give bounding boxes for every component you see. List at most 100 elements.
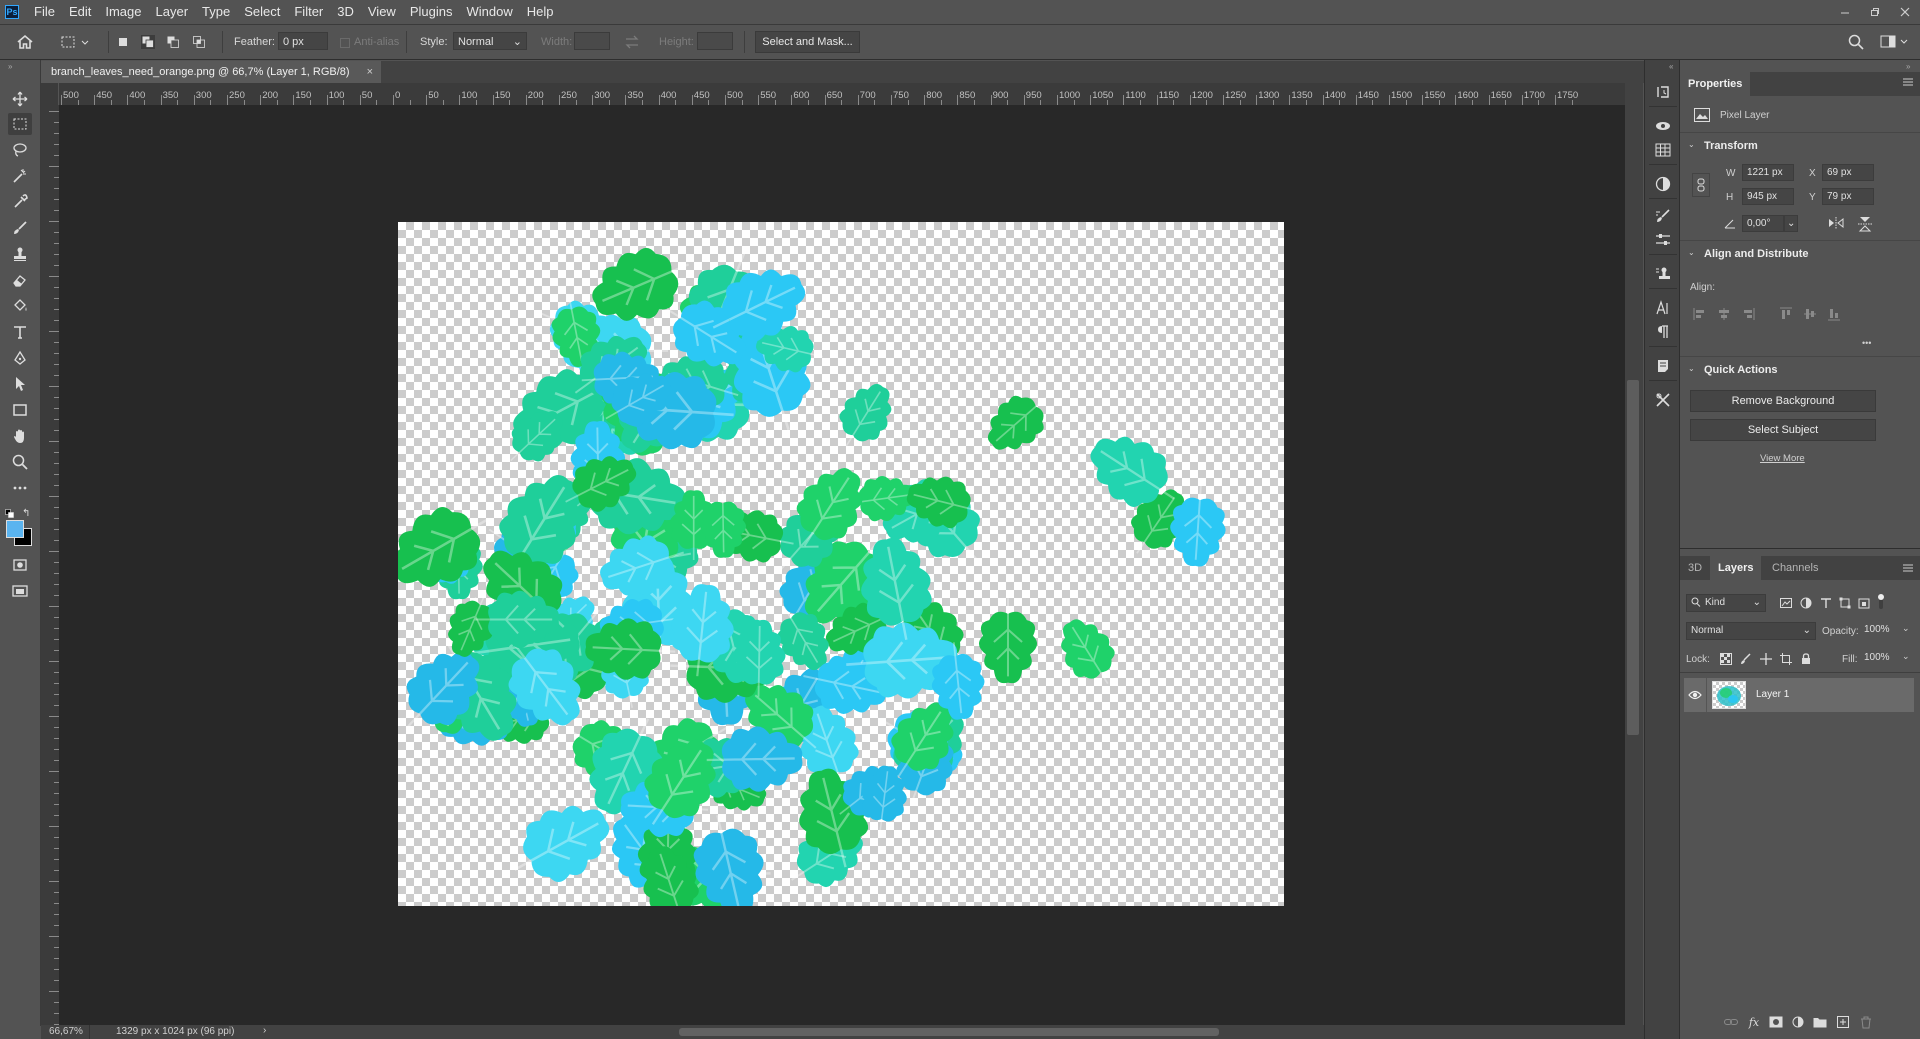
magic-wand-icon[interactable] [8, 165, 32, 187]
menu-file[interactable]: File [27, 0, 62, 24]
remove-background-button[interactable]: Remove Background [1690, 390, 1876, 412]
vertical-ruler[interactable] [41, 105, 59, 1025]
document-tab[interactable]: branch_leaves_need_orange.png @ 66,7% (L… [41, 61, 381, 83]
fx-icon[interactable]: fx [1746, 1014, 1762, 1030]
tab-layers[interactable]: Layers [1710, 556, 1762, 580]
vertical-scroll-thumb[interactable] [1627, 380, 1639, 735]
filter-toggle-switch[interactable] [1876, 591, 1886, 611]
select-subject-button[interactable]: Select Subject [1690, 419, 1876, 441]
zoom-level[interactable]: 66,67% [49, 1026, 83, 1037]
layers-menu-icon[interactable] [1902, 562, 1914, 577]
fill-field[interactable]: 100% [1860, 650, 1892, 668]
width-input[interactable] [574, 32, 610, 50]
layer-row[interactable]: Layer 1 [1684, 678, 1914, 712]
lock-image-icon[interactable] [1740, 653, 1752, 665]
notes-icon[interactable] [1653, 356, 1673, 376]
flip-horizontal-icon[interactable] [1828, 217, 1844, 232]
horizontal-scroll-thumb[interactable] [679, 1028, 1219, 1036]
menu-help[interactable]: Help [520, 0, 561, 24]
style-select[interactable]: Normal ⌄ [453, 32, 527, 50]
zoom-tool-icon[interactable] [8, 451, 32, 473]
align-distribute-title[interactable]: Align and Distribute [1704, 248, 1809, 260]
foreground-color-swatch[interactable] [6, 520, 24, 538]
collapse-right-icon[interactable]: » [1906, 62, 1910, 71]
subtract-selection-icon[interactable] [166, 35, 180, 49]
libraries-icon[interactable] [1653, 116, 1673, 136]
tab-channels[interactable]: Channels [1764, 556, 1826, 580]
quick-actions-title[interactable]: Quick Actions [1704, 364, 1778, 376]
lock-artboard-icon[interactable] [1780, 653, 1792, 665]
menu-view[interactable]: View [361, 0, 403, 24]
view-more-link[interactable]: View More [1760, 453, 1805, 464]
filter-shape-icon[interactable] [1839, 597, 1851, 612]
clone-source-icon[interactable] [1653, 264, 1673, 284]
layer-visibility-eye-icon[interactable] [1688, 689, 1702, 704]
tool-presets-icon[interactable] [1653, 390, 1673, 410]
pen-tool-icon[interactable] [8, 347, 32, 369]
clone-stamp-icon[interactable] [8, 243, 32, 265]
height-input[interactable] [697, 32, 733, 50]
opacity-field[interactable]: 100% [1860, 622, 1892, 640]
filter-smart-object-icon[interactable] [1858, 597, 1870, 612]
screen-mode-icon[interactable] [8, 580, 32, 602]
layer-filter-kind[interactable]: Kind ⌄ [1686, 594, 1766, 612]
lock-all-icon[interactable] [1800, 653, 1812, 665]
feather-input[interactable]: 0 px [278, 32, 328, 50]
flip-vertical-icon[interactable] [1858, 216, 1872, 235]
menu-select[interactable]: Select [237, 0, 287, 24]
antialias-checkbox[interactable] [340, 38, 350, 48]
move-tool-icon[interactable] [8, 88, 32, 110]
image-canvas[interactable] [398, 222, 1284, 906]
paint-bucket-icon[interactable] [8, 295, 32, 317]
transform-title[interactable]: Transform [1704, 140, 1758, 152]
y-field[interactable]: 79 px [1822, 188, 1874, 205]
search-icon[interactable] [1848, 34, 1864, 53]
hand-tool-icon[interactable] [8, 425, 32, 447]
menu-filter[interactable]: Filter [287, 0, 330, 24]
menu-3d[interactable]: 3D [330, 0, 361, 24]
filter-adjustment-icon[interactable] [1800, 597, 1812, 612]
width-field[interactable]: 1221 px [1742, 164, 1794, 181]
marquee-preset-icon[interactable] [60, 34, 90, 53]
eyedropper-icon[interactable] [8, 191, 32, 213]
rectangle-tool-icon[interactable] [8, 399, 32, 421]
blend-mode-select[interactable]: Normal ⌄ [1686, 622, 1816, 640]
delete-layer-icon[interactable] [1858, 1014, 1874, 1030]
tab-properties[interactable]: Properties [1680, 72, 1751, 96]
new-group-icon[interactable] [1812, 1014, 1828, 1030]
minimize-icon[interactable] [1830, 0, 1860, 24]
ruler-origin[interactable] [41, 83, 59, 105]
swatches-grid-icon[interactable] [1653, 140, 1673, 160]
swap-width-height-icon[interactable] [624, 34, 640, 53]
collapse-arrows-icon[interactable]: » [8, 62, 12, 71]
align-collapse-icon[interactable]: ⌄ [1688, 248, 1695, 257]
link-dimensions-icon[interactable] [1692, 173, 1710, 197]
character-icon[interactable] [1653, 298, 1673, 318]
collapse-panels-icon[interactable]: « [1669, 62, 1673, 71]
lock-transparent-icon[interactable] [1720, 653, 1732, 665]
brush-settings-icon[interactable] [1653, 206, 1673, 226]
close-icon[interactable] [1890, 0, 1920, 24]
new-adjustment-icon[interactable] [1790, 1014, 1806, 1030]
align-bottom-icon[interactable] [1826, 306, 1842, 322]
new-layer-icon[interactable] [1835, 1014, 1851, 1030]
horizontal-ruler[interactable]: 500 450 400 350 300 250 200 150 100 50 0 50 100 150 20… [59, 83, 1625, 105]
status-info-arrow[interactable]: › [263, 1025, 266, 1036]
align-top-icon[interactable] [1778, 306, 1794, 322]
align-left-icon[interactable] [1692, 306, 1708, 322]
opacity-dropdown-icon[interactable]: ⌄ [1902, 623, 1910, 634]
menu-edit[interactable]: Edit [62, 0, 98, 24]
more-align-options[interactable]: ••• [1862, 338, 1871, 348]
x-field[interactable]: 69 px [1822, 164, 1874, 181]
quick-mask-icon[interactable] [8, 554, 32, 576]
more-tools-icon[interactable] [8, 477, 32, 499]
add-selection-icon[interactable] [141, 35, 155, 49]
transform-collapse-icon[interactable]: ⌄ [1688, 140, 1695, 149]
new-selection-icon[interactable] [116, 35, 130, 49]
history-icon[interactable] [1653, 82, 1673, 102]
rectangular-marquee-icon[interactable] [8, 113, 32, 135]
paragraph-icon[interactable] [1653, 322, 1673, 342]
properties-sliders-icon[interactable] [1653, 230, 1673, 250]
align-center-h-icon[interactable] [1716, 306, 1732, 322]
menu-plugins[interactable]: Plugins [403, 0, 460, 24]
